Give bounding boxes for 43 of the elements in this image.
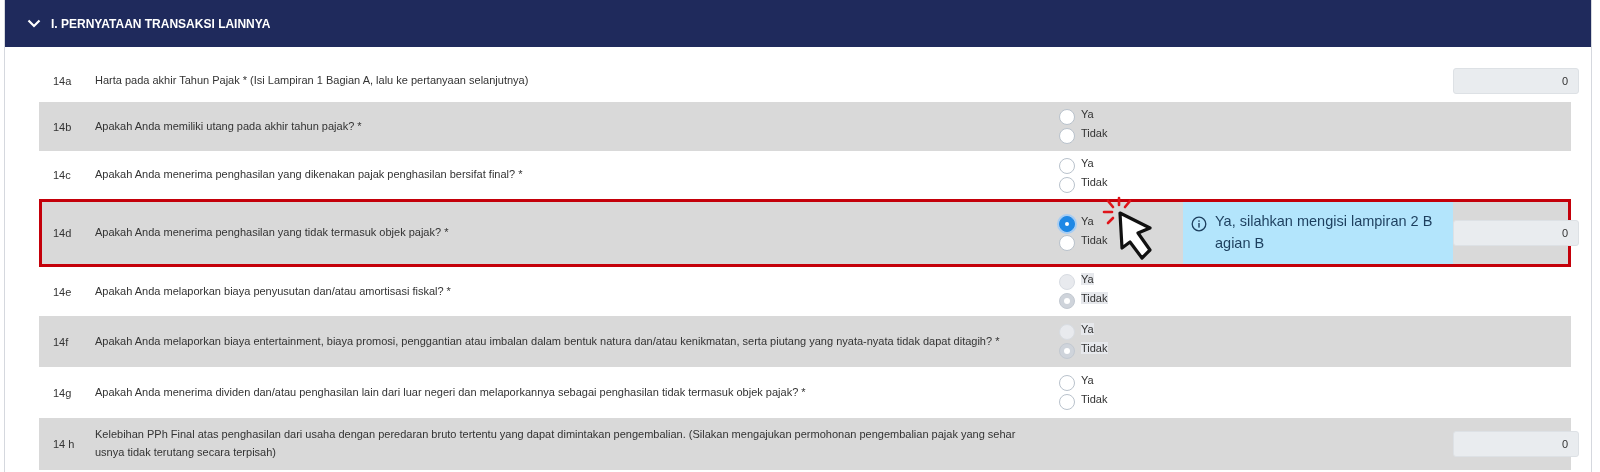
question-text: Apakah Anda menerima penghasilan yang tidak termasuk objek pajak? * xyxy=(95,225,450,241)
option-label: Tidak xyxy=(1081,127,1108,139)
radio-button[interactable] xyxy=(1059,234,1075,251)
amount-field[interactable]: 0 xyxy=(1453,220,1579,246)
radio-button[interactable] xyxy=(1059,109,1075,125)
option-label: Ya xyxy=(1081,214,1094,227)
tooltip-text: Ya, silahkan mengisi lampiran 2 B agian B xyxy=(1215,212,1434,253)
question-number: 14 h xyxy=(52,438,76,450)
amount-field[interactable]: 0 xyxy=(1453,67,1579,94)
question-number: 14e xyxy=(52,285,73,298)
question-text: Apakah Anda menerima penghasilan yang dikenakan pajak penghasilan bersifat final? * xyxy=(95,167,524,183)
option-label: Tidak xyxy=(1081,233,1108,246)
question-text: Apakah Anda memiliki utang pada akhir tahun pajak? * xyxy=(95,118,363,134)
question-number: 14c xyxy=(52,169,72,181)
option-label: Ya xyxy=(1081,108,1094,120)
option-label: Ya xyxy=(1081,323,1094,335)
radio-button[interactable] xyxy=(1059,215,1075,232)
question-text: Harta pada akhir Tahun Pajak * (Isi Lampiran 1 Bagian A, lalu ke pertanyaan selanjutnya) xyxy=(95,72,530,88)
question-number: 14b xyxy=(52,120,73,133)
option-label: Tidak xyxy=(1081,393,1108,405)
question-text: Apakah Anda menerima dividen dan/atau penghasilan lain dari luar negeri dan melaporkannya sebagai penghasilan tidak termasuk objek pajak? * xyxy=(95,384,807,400)
info-icon xyxy=(1191,216,1207,232)
section-title: I. PERNYATAAN TRANSAKSI LAINNYA xyxy=(51,16,271,31)
option-label: Ya xyxy=(1081,374,1094,386)
radio-button[interactable] xyxy=(1059,375,1075,391)
radio-button[interactable] xyxy=(1059,176,1075,193)
radio-button[interactable] xyxy=(1059,157,1075,174)
option-label: Ya xyxy=(1081,273,1094,285)
section-header[interactable]: I. PERNYATAAN TRANSAKSI LAINNYA xyxy=(5,0,1591,47)
amount-field[interactable]: 0 xyxy=(1453,431,1579,457)
option-label: Tidak xyxy=(1081,342,1108,354)
option-label: Ya xyxy=(1081,156,1094,169)
radio-button[interactable] xyxy=(1059,394,1075,410)
question-number: 14f xyxy=(52,335,70,348)
question-text: Kelebihan PPh Final atas penghasilan dari usaha dengan peredaran bruto tertentu yang dapat dimintakan pengembalian. (Silakan mengajukan permohonan pengembalian pajak yang sehar usnya tidak terutang secara terpisah) xyxy=(95,427,1017,460)
question-number: 14d xyxy=(52,227,73,239)
radio-button[interactable] xyxy=(1059,128,1075,144)
question-text: Apakah Anda melaporkan biaya entertainment, biaya promosi, penggantian atau imbalan dalam bentuk natura dan/atau kenikmatan, serta piutang yang nyata-nyata tidak dapat ditagih? * xyxy=(95,333,1001,349)
question-text: Apakah Anda melaporkan biaya penyusutan dan/atau amortisasi fiskal? * xyxy=(95,283,452,299)
question-number: 14g xyxy=(52,386,73,399)
option-label: Tidak xyxy=(1081,292,1108,304)
question-number: 14a xyxy=(52,74,73,87)
option-label: Tidak xyxy=(1081,175,1108,188)
